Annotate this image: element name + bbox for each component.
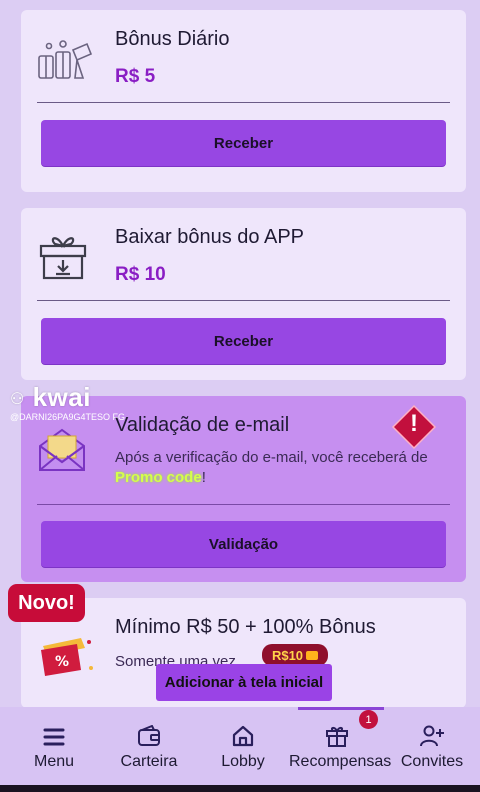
gift-box-icon bbox=[37, 230, 89, 287]
divider bbox=[37, 102, 450, 103]
min-deposit-title: Mínimo R$ 50 + 100% Bônus bbox=[115, 616, 376, 638]
nav-label: Carteira bbox=[120, 753, 178, 770]
nav-label: Lobby bbox=[221, 753, 265, 770]
nav-invites[interactable]: Convites bbox=[384, 717, 480, 771]
coupon-badge: R$10 bbox=[262, 644, 328, 666]
svg-text:%: % bbox=[55, 654, 69, 670]
notification-badge: 1 bbox=[359, 710, 378, 729]
divider bbox=[37, 300, 450, 301]
coupon-value: R$10 bbox=[271, 647, 304, 663]
kwai-logo-icon: ⚇ bbox=[10, 391, 25, 409]
kwai-brand: kwai bbox=[32, 382, 91, 412]
discount-ticket-icon: % bbox=[37, 634, 97, 683]
home-icon bbox=[195, 717, 291, 747]
description-text: Após a verificação do e-mail, você receb… bbox=[115, 449, 428, 466]
app-bonus-amount: R$ 10 bbox=[115, 264, 166, 285]
nav-label: Menu bbox=[33, 753, 75, 770]
daily-bonus-title: Bônus Diário bbox=[115, 28, 230, 50]
kwai-user-id: @DARNI26PA9G4TESO FG bbox=[10, 412, 126, 422]
daily-bonus-amount: R$ 5 bbox=[115, 66, 156, 87]
alert-symbol: ! bbox=[410, 410, 418, 437]
nav-lobby[interactable]: Lobby bbox=[195, 717, 291, 771]
app-bonus-title: Baixar bônus do APP bbox=[115, 226, 305, 248]
add-user-icon bbox=[384, 717, 480, 747]
app-bonus-card: Baixar bônus do APP R$ 10 Receber bbox=[21, 208, 466, 380]
email-validation-description: Após a verificação do e-mail, você receb… bbox=[115, 448, 456, 488]
envelope-icon bbox=[37, 426, 87, 479]
new-badge: Novo! bbox=[8, 584, 85, 622]
bottom-nav: Menu Carteira Lobby Recompensas Convites bbox=[0, 707, 480, 785]
system-bar bbox=[0, 785, 480, 792]
receive-daily-button[interactable]: Receber bbox=[41, 120, 446, 166]
alert-icon: ! bbox=[391, 404, 437, 450]
nav-label: Convites bbox=[400, 753, 464, 770]
description-end: ! bbox=[201, 469, 206, 486]
divider bbox=[37, 504, 450, 505]
nav-wallet[interactable]: Carteira bbox=[101, 717, 197, 771]
promo-code-text: Promo code bbox=[115, 469, 202, 486]
nav-menu[interactable]: Menu bbox=[6, 717, 102, 771]
nav-label: Recompensas bbox=[289, 753, 392, 770]
validation-button[interactable]: Validação bbox=[41, 521, 446, 567]
add-to-home-button[interactable]: Adicionar à tela inicial bbox=[156, 664, 332, 701]
daily-bonus-card: Bônus Diário R$ 5 Receber bbox=[21, 10, 466, 192]
receive-app-button[interactable]: Receber bbox=[41, 318, 446, 364]
kwai-watermark: ⚇ kwai bbox=[10, 382, 91, 413]
wallet-mini-icon bbox=[306, 650, 319, 660]
wallet-icon bbox=[101, 717, 197, 747]
gifts-icon bbox=[37, 38, 93, 87]
menu-icon bbox=[6, 717, 102, 747]
